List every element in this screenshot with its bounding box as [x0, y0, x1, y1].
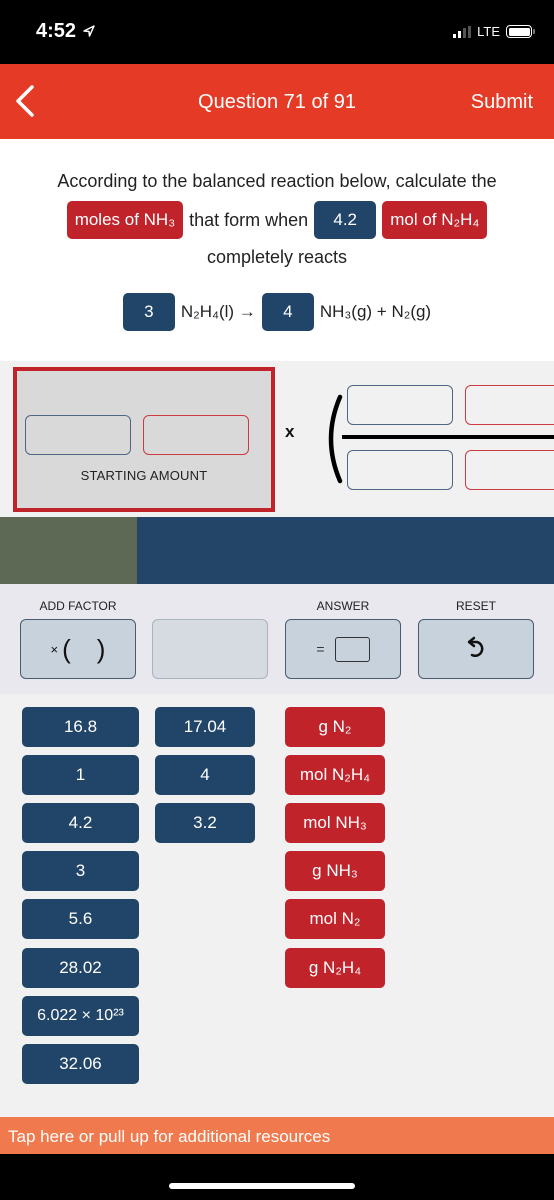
balanced-equation: 3 N₂H₄(l) → 4 NH₃(g) + N₂(g): [0, 293, 554, 331]
tile-drop-band: [0, 517, 554, 584]
unit-tile[interactable]: g N₂H₄: [285, 948, 385, 988]
battery-icon: [506, 25, 535, 38]
unit-tile[interactable]: mol N₂: [285, 899, 385, 939]
location-arrow-icon: [82, 25, 95, 37]
numerator-unit-slot[interactable]: [465, 385, 554, 425]
home-indicator[interactable]: [169, 1183, 355, 1189]
add-factor-label: ADD FACTOR: [39, 599, 117, 613]
empty-tool-slot: [152, 619, 268, 679]
submit-button[interactable]: Submit: [471, 91, 533, 114]
number-tile[interactable]: 32.06: [22, 1044, 139, 1084]
number-tile[interactable]: 4.2: [22, 803, 139, 843]
unit-tile[interactable]: g NH₃: [285, 851, 385, 891]
denominator-value-slot[interactable]: [347, 450, 453, 490]
undo-arrow-icon: [467, 636, 484, 657]
number-tile[interactable]: 28.02: [22, 948, 139, 988]
fraction-bar: [342, 435, 554, 439]
status-time: 4:52: [36, 20, 96, 43]
time-text: 4:52: [36, 20, 77, 42]
question-text-line1: According to the balanced reaction below…: [57, 171, 497, 191]
number-tile[interactable]: 1: [22, 755, 139, 795]
add-factor-button[interactable]: × ( ): [20, 619, 136, 679]
number-tile[interactable]: 17.04: [155, 707, 255, 747]
factor-x: ×: [50, 641, 59, 657]
home-area: [0, 1154, 554, 1200]
equation-reactant: N₂H₄(l) →: [180, 302, 256, 321]
add-factor-icon: × ( ): [51, 634, 106, 665]
number-tile[interactable]: 4: [155, 755, 255, 795]
question-panel: According to the balanced reaction below…: [0, 139, 554, 361]
unit-tile[interactable]: mol N₂H₄: [285, 755, 385, 795]
given-unit-chip: mol of N₂H₄: [382, 201, 488, 239]
question-middle-text: that form when: [189, 209, 309, 230]
unit-tile[interactable]: g N₂: [285, 707, 385, 747]
number-tile[interactable]: 5.6: [22, 899, 139, 939]
factor-open-paren: (: [62, 633, 71, 664]
tile-bank: 16.8 1 4.2 3 5.6 28.02 6.022 × 10²³ 32.0…: [0, 694, 554, 1117]
status-bar: 4:52 LTE: [0, 0, 554, 64]
question-text-line3: completely reacts: [206, 247, 348, 267]
multiply-sign: x: [285, 422, 295, 441]
starting-value-slot[interactable]: [25, 415, 131, 455]
target-unit-chip: moles of NH₃: [66, 201, 184, 239]
reset-label: RESET: [455, 599, 496, 613]
network-label: LTE: [477, 24, 500, 39]
denominator-unit-slot[interactable]: [465, 450, 554, 490]
number-tile[interactable]: 16.8: [22, 707, 139, 747]
answer-equals: =: [316, 641, 325, 657]
coefficient-reactant: 3: [122, 293, 175, 331]
additional-resources-bar[interactable]: Tap here or pull up for additional resou…: [0, 1117, 554, 1154]
starting-amount-box[interactable]: STARTING AMOUNT: [13, 367, 275, 512]
given-amount-chip: 4.2: [314, 201, 377, 239]
open-parenthesis-icon: [328, 394, 343, 484]
number-tile[interactable]: 6.022 × 10²³: [22, 996, 139, 1036]
coefficient-product: 4: [261, 293, 314, 331]
starting-unit-slot[interactable]: [143, 415, 249, 455]
drop-band-highlight: [0, 517, 137, 584]
factor-close-paren: ): [96, 633, 106, 664]
equation-products: NH₃(g) + N₂(g): [319, 302, 432, 321]
number-tile[interactable]: 3.2: [155, 803, 255, 843]
question-text-line2: moles of NH₃ that form when 4.2 mol of N…: [0, 201, 554, 239]
answer-box-icon: [334, 636, 370, 662]
reset-button[interactable]: [418, 619, 534, 679]
numerator-value-slot[interactable]: [347, 385, 453, 425]
number-tile[interactable]: 3: [22, 851, 139, 891]
starting-amount-label: STARTING AMOUNT: [80, 468, 208, 483]
unit-tile[interactable]: mol NH₃: [285, 803, 385, 843]
nav-bar: Question 71 of 91 Submit: [0, 64, 554, 139]
answer-icon: =: [316, 636, 370, 662]
dimensional-analysis-workspace: STARTING AMOUNT x: [0, 361, 554, 517]
signal-icon: [453, 25, 472, 38]
answer-label: ANSWER: [316, 599, 370, 613]
status-indicators: LTE: [453, 24, 535, 39]
answer-button[interactable]: =: [285, 619, 401, 679]
tools-bar: ADD FACTOR × ( ) ANSWER = RESET: [0, 584, 554, 694]
